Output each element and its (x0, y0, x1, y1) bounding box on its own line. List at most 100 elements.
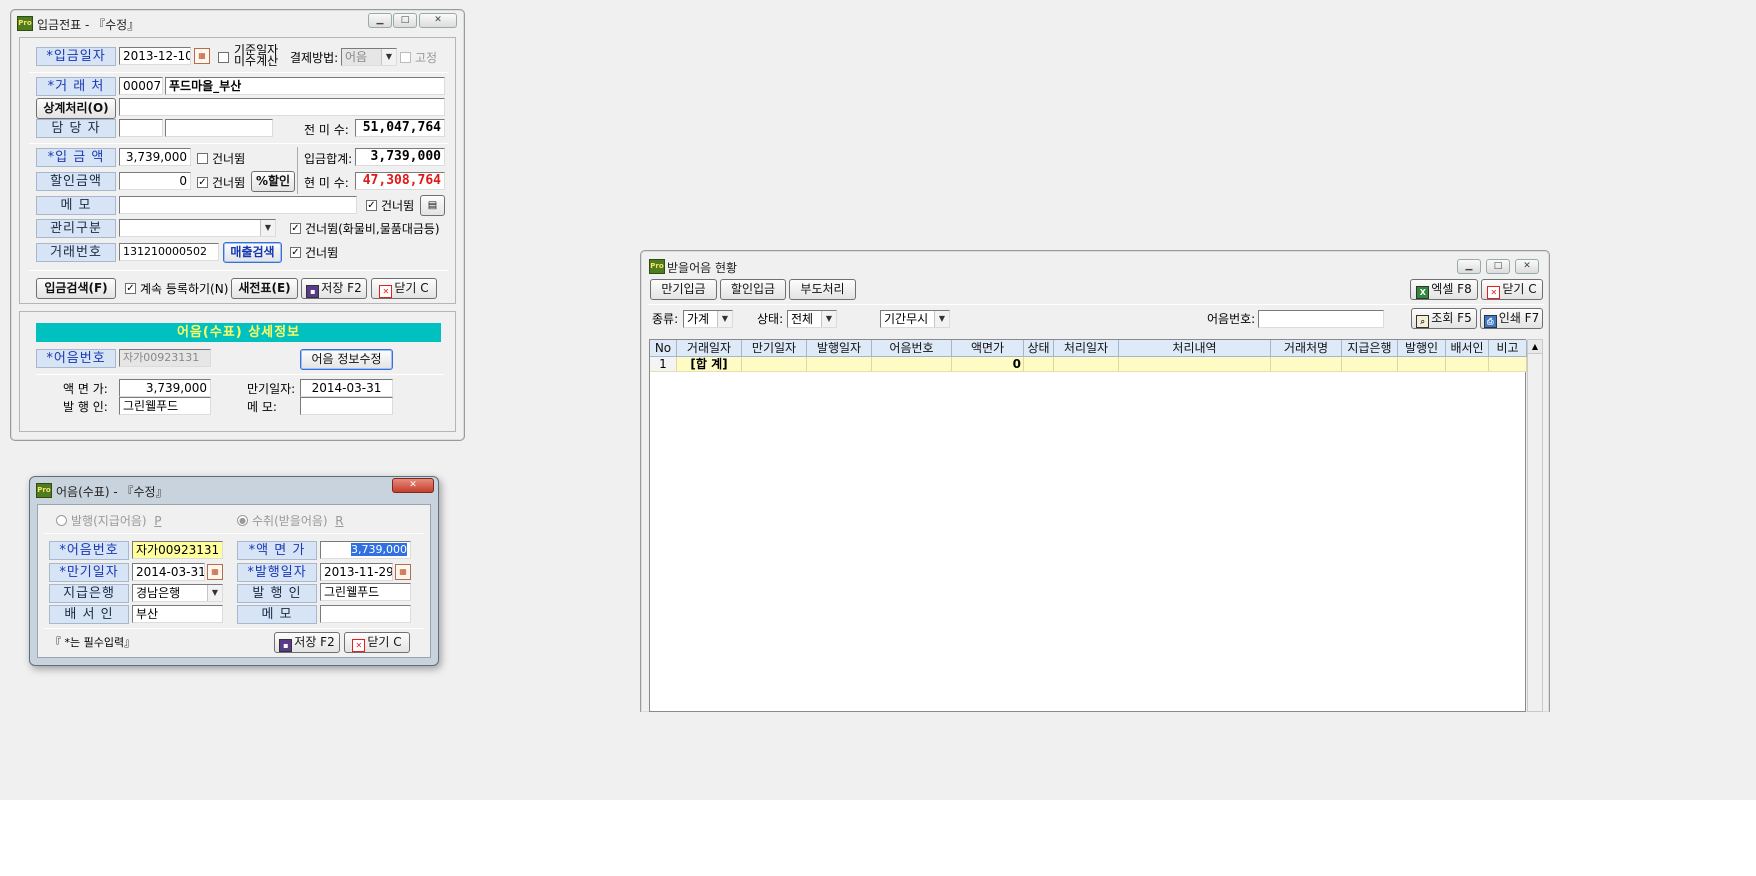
column-header[interactable]: 배서인 (1446, 340, 1489, 357)
offset-button[interactable]: 상계처리(O) (36, 98, 116, 119)
mgmt-select[interactable]: ▼ (119, 219, 276, 237)
note-save-button[interactable]: ▪ 저장 F2 (274, 632, 340, 653)
maximize-icon[interactable]: □ (393, 13, 417, 28)
column-header[interactable]: 발행인 (1398, 340, 1446, 357)
basis-date-checkbox[interactable] (218, 52, 229, 63)
column-header[interactable]: No (650, 340, 677, 357)
due-date-input[interactable]: 2014-03-31 (132, 563, 205, 581)
calendar-icon[interactable]: ▦ (395, 564, 411, 580)
receipt-titlebar[interactable]: Pro 입금전표 - 『수정』 ▁ □ ✕ (11, 10, 464, 36)
calculator-icon[interactable]: ▤ (420, 195, 445, 216)
close-icon[interactable]: ✕ (392, 478, 434, 493)
fixed-checkbox[interactable] (400, 52, 411, 63)
receipt-date-input[interactable]: 2013-12-10 (119, 47, 191, 65)
column-header[interactable]: 상태 (1024, 340, 1054, 357)
face-value-label: 액 면 가: (63, 382, 108, 396)
column-header[interactable]: 지급은행 (1342, 340, 1398, 357)
amount-input[interactable]: 3,739,000 (119, 148, 191, 166)
table-cell[interactable] (1054, 357, 1119, 372)
column-header[interactable]: 어음번호 (872, 340, 952, 357)
freight-skip-checkbox[interactable]: ✓ (290, 223, 301, 234)
minimize-icon[interactable]: ▁ (368, 13, 392, 28)
column-header[interactable]: 처리일자 (1054, 340, 1119, 357)
calendar-icon[interactable]: ▦ (194, 48, 210, 64)
discount-receipt-button[interactable]: 할인입금 (720, 279, 786, 300)
type-select[interactable]: 가계 ▼ (683, 310, 733, 328)
manager-name-input[interactable] (165, 119, 273, 137)
offset-input[interactable] (119, 98, 445, 116)
column-header[interactable]: 거래일자 (677, 340, 742, 357)
note-close-button[interactable]: ✕ 닫기 C (344, 632, 410, 653)
column-header[interactable]: 처리내역 (1119, 340, 1271, 357)
table-cell[interactable] (1119, 357, 1271, 372)
receipt-search-button[interactable]: 입금검색(F) (36, 278, 116, 299)
column-header[interactable]: 거래처명 (1271, 340, 1342, 357)
column-header[interactable]: 비고 (1489, 340, 1527, 357)
issue-radio[interactable] (56, 515, 67, 526)
column-header[interactable]: 만기일자 (742, 340, 807, 357)
maximize-icon[interactable]: □ (1486, 259, 1510, 274)
table-cell[interactable] (1342, 357, 1398, 372)
divider (36, 374, 444, 375)
memo-skip-checkbox[interactable]: ✓ (366, 200, 377, 211)
close-icon[interactable]: ✕ (419, 13, 457, 28)
manager-code-input[interactable] (119, 119, 163, 137)
pay-bank-select[interactable]: 경남은행 ▼ (132, 584, 223, 602)
memo-input[interactable] (119, 196, 357, 214)
notes-list-titlebar[interactable]: Pro 받을어음 현황 ▁ □ ✕ (641, 251, 1549, 277)
table-cell[interactable] (1398, 357, 1446, 372)
close-button[interactable]: ✕ 닫기 C (371, 278, 437, 299)
calendar-icon[interactable]: ▦ (207, 564, 223, 580)
table-cell[interactable] (1024, 357, 1054, 372)
trade-skip-checkbox[interactable]: ✓ (290, 247, 301, 258)
continue-checkbox[interactable]: ✓ (125, 283, 136, 294)
vertical-scrollbar[interactable]: ▲ (1527, 339, 1543, 712)
list-close-button[interactable]: ✕ 닫기 C (1481, 279, 1543, 300)
table-cell[interactable] (807, 357, 872, 372)
note-no-filter-input[interactable] (1258, 310, 1384, 328)
sales-search-button[interactable]: 매출검색 (223, 242, 282, 263)
total-row-no[interactable]: 1 (650, 357, 677, 372)
table-cell[interactable] (1271, 357, 1342, 372)
dishonor-button[interactable]: 부도처리 (789, 279, 856, 300)
total-face-value[interactable]: 0 (952, 357, 1024, 372)
table-cell[interactable] (1446, 357, 1489, 372)
column-header[interactable]: 발행일자 (807, 340, 872, 357)
note-no-input[interactable]: 자가00923131 (132, 541, 223, 559)
due-receipt-button[interactable]: 만기입금 (650, 279, 717, 300)
new-slip-button[interactable]: 새전표(E) (231, 278, 298, 299)
table-cell[interactable] (1489, 357, 1527, 372)
close-icon[interactable]: ✕ (1515, 259, 1539, 274)
period-select[interactable]: 기간무시 ▼ (880, 310, 950, 328)
print-button[interactable]: ⎙ 인쇄 F7 (1480, 308, 1543, 329)
trade-no-input[interactable]: 131210000502 (119, 243, 219, 261)
discount-skip-checkbox[interactable]: ✓ (197, 177, 208, 188)
minimize-icon[interactable]: ▁ (1457, 259, 1481, 274)
save-button[interactable]: ▪ 저장 F2 (301, 278, 367, 299)
status-select[interactable]: 전체 ▼ (787, 310, 837, 328)
table-cell[interactable] (742, 357, 807, 372)
notes-grid[interactable]: No 거래일자 만기일자 발행일자 어음번호 액면가 상태 처리일자 처리내역 … (649, 339, 1527, 712)
issue-date-input[interactable]: 2013-11-29 (320, 563, 393, 581)
note-titlebar[interactable]: Pro 어음(수표) - 『수정』 ✕ (30, 477, 438, 503)
receive-radio[interactable]: ● (237, 515, 248, 526)
app-logo-icon: Pro (36, 483, 52, 498)
edit-note-button[interactable]: 어음 정보수정 (300, 349, 393, 370)
table-cell[interactable] (872, 357, 952, 372)
query-button[interactable]: ⌕ 조회 F5 (1411, 308, 1477, 329)
note-no-label: *어음번호 (49, 541, 129, 560)
scroll-up-icon[interactable]: ▲ (1528, 340, 1542, 354)
column-header[interactable]: 액면가 (952, 340, 1024, 357)
excel-button[interactable]: X 엑셀 F8 (1410, 279, 1478, 300)
issuer-input[interactable]: 그린웰푸드 (320, 583, 411, 601)
customer-name-input[interactable]: 푸드마을_부산 (165, 77, 445, 95)
amount-skip-checkbox[interactable] (197, 153, 208, 164)
endorser-input[interactable]: 부산 (132, 605, 223, 623)
pay-method-select[interactable]: 어음 ▼ (341, 48, 397, 66)
percent-discount-button[interactable]: %할인 (251, 171, 295, 192)
discount-input[interactable]: 0 (119, 172, 191, 190)
total-row-label[interactable]: [합 계] (677, 357, 742, 372)
face-value-input[interactable]: 3,739,000 (320, 541, 411, 559)
memo-input[interactable] (320, 605, 411, 623)
customer-code-input[interactable]: 000073 (119, 77, 163, 95)
